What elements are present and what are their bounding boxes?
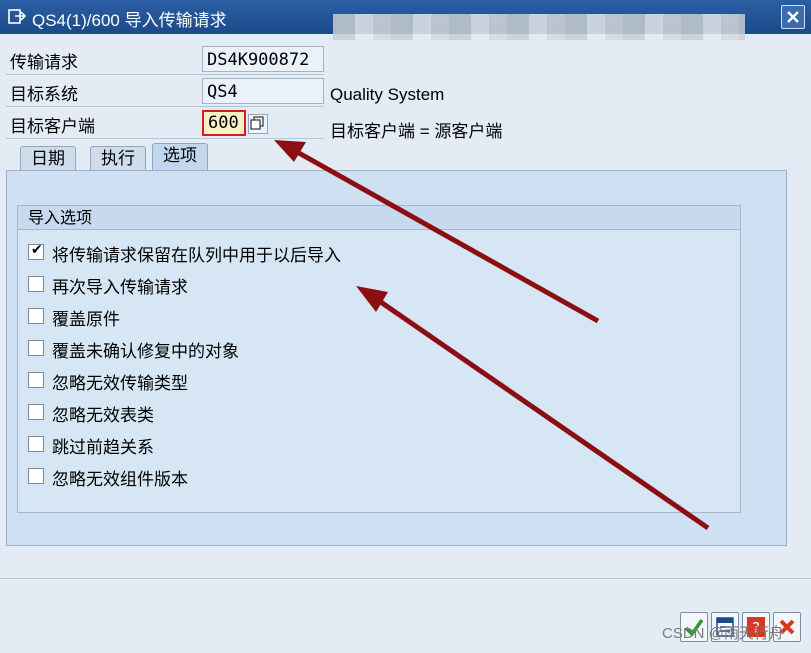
tab-execution[interactable]: 执行 (90, 146, 146, 171)
tab-label: 执行 (101, 149, 135, 169)
transport-request-field[interactable]: DS4K900872 (202, 46, 324, 72)
option-checkbox[interactable] (28, 308, 44, 324)
option-checkbox[interactable] (28, 340, 44, 356)
option-label: 再次导入传输请求 (52, 278, 188, 298)
close-button[interactable] (781, 5, 805, 29)
option-checkbox[interactable] (28, 276, 44, 292)
option-label: 将传输请求保留在队列中用于以后导入 (52, 246, 341, 266)
tab-date[interactable]: 日期 (20, 146, 76, 171)
footer-divider (0, 578, 811, 579)
import-options-group: 导入选项 ✔ 将传输请求保留在队列中用于以后导入 再次导入传输请求 覆盖原件覆盖未确认… (17, 205, 741, 513)
target-client-field[interactable]: 600 (202, 110, 246, 136)
target-system-description: Quality System (330, 85, 445, 104)
copy-icon (250, 116, 264, 130)
target-system-field[interactable]: QS4 (202, 78, 324, 104)
option-label: 忽略无效传输类型 (52, 374, 188, 394)
option-checkbox[interactable] (28, 404, 44, 420)
blurred-description (333, 14, 745, 40)
transport-request-label: 传输请求 (10, 53, 78, 73)
option-label: 忽略无效组件版本 (52, 470, 188, 490)
checkmark-icon: ✔ (31, 242, 43, 258)
option-checkbox[interactable] (28, 372, 44, 388)
group-title: 导入选项 (18, 206, 740, 230)
option-label: 覆盖未确认修复中的对象 (52, 342, 239, 362)
value-help-button[interactable] (248, 114, 268, 134)
target-client-row: 目标客户端 600 (6, 108, 324, 139)
target-system-row: 目标系统 QS4 (6, 76, 324, 107)
options-panel: 导入选项 ✔ 将传输请求保留在队列中用于以后导入 再次导入传输请求 覆盖原件覆盖未确认… (6, 170, 787, 546)
window-title: QS4(1)/600 导入传输请求 (32, 11, 227, 30)
option-checkbox[interactable] (28, 436, 44, 452)
tab-options[interactable]: 选项 (152, 143, 208, 171)
option-checkbox[interactable] (28, 468, 44, 484)
watermark: CSDN @雨天行舟 (662, 625, 784, 642)
tab-label: 选项 (163, 146, 197, 166)
target-system-label: 目标系统 (10, 85, 78, 105)
option-label: 覆盖原件 (52, 310, 120, 330)
option-checkbox[interactable]: ✔ (28, 242, 44, 260)
transport-request-row: 传输请求 DS4K900872 (6, 44, 324, 75)
target-client-label: 目标客户端 (10, 117, 95, 137)
option-label: 忽略无效表类 (52, 406, 154, 426)
import-icon (8, 9, 26, 24)
tab-label: 日期 (31, 149, 65, 169)
target-client-description: 目标客户端 = 源客户端 (330, 122, 503, 141)
tab-strip: 日期 执行 选项 (6, 140, 796, 171)
close-icon (787, 11, 799, 23)
option-label: 跳过前趋关系 (52, 438, 154, 458)
